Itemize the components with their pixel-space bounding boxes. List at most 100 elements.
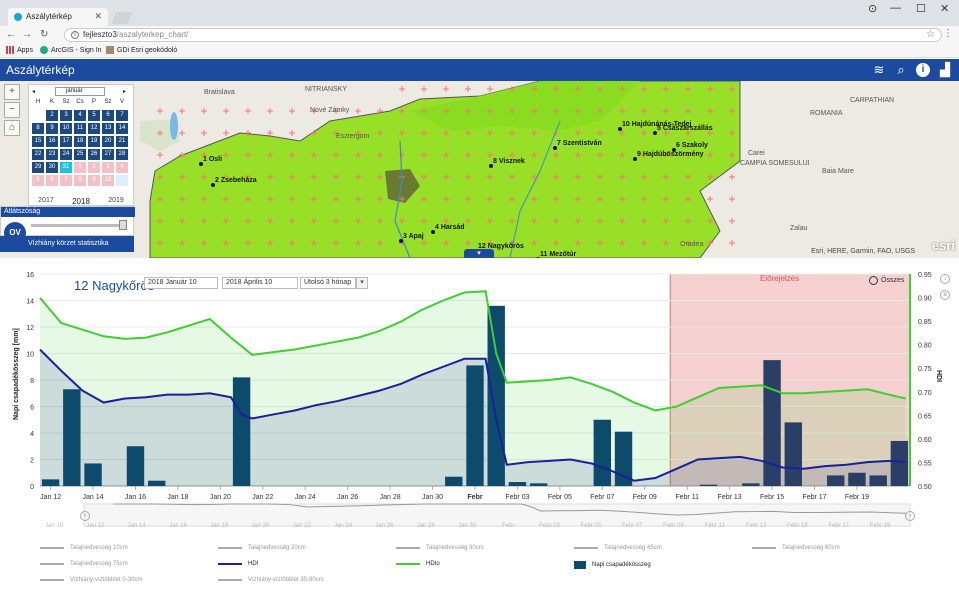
legend-item[interactable]: Napi csapadékösszeg: [574, 561, 651, 569]
navigator-left-handle[interactable]: ‹: [80, 511, 90, 521]
legend-item[interactable]: Talajnedvesség 20cm: [218, 545, 306, 551]
overview-button[interactable]: OV: [4, 222, 26, 244]
calendar-day[interactable]: 29: [32, 162, 44, 173]
station-label[interactable]: 1 Osli: [203, 156, 222, 163]
calendar-day[interactable]: 6: [46, 175, 58, 186]
search-icon[interactable]: ⌕: [894, 63, 908, 77]
calendar-day[interactable]: 24: [60, 149, 72, 160]
legend-item[interactable]: Talajnedvesség 75cm: [40, 561, 128, 567]
info-icon[interactable]: i: [916, 63, 930, 77]
station-label[interactable]: 6 Szakoly: [676, 142, 708, 149]
calendar-day[interactable]: 18: [74, 136, 86, 147]
station-label[interactable]: 3 Apaj: [403, 233, 424, 240]
calendar-day[interactable]: 10: [60, 123, 72, 134]
reload-icon[interactable]: ↻: [40, 29, 48, 40]
next-month-icon[interactable]: ▸: [123, 88, 126, 95]
opacity-slider-handle[interactable]: [119, 220, 127, 230]
calendar-day[interactable]: 1: [74, 162, 86, 173]
maximize-button[interactable]: ☐: [916, 2, 926, 15]
legend-item[interactable]: HDI: [218, 561, 258, 567]
calendar-day[interactable]: 31: [60, 162, 72, 173]
legend-item[interactable]: Talajnedvesség 10cm: [40, 545, 128, 551]
station-label[interactable]: 7 Szentistván: [557, 140, 602, 147]
calendar-day[interactable]: 2: [88, 162, 100, 173]
calendar-day[interactable]: 11: [74, 123, 86, 134]
back-icon[interactable]: ←: [6, 29, 16, 40]
calendar-day[interactable]: 2: [46, 110, 58, 121]
calendar-day[interactable]: 8: [32, 123, 44, 134]
chart-menu-icon[interactable]: ≡: [940, 290, 950, 300]
calendar-day[interactable]: 26: [88, 149, 100, 160]
calendar-day[interactable]: 3: [102, 162, 114, 173]
legend-item[interactable]: Vízhiány-víztöbblet 35-90cm: [218, 577, 324, 583]
calendar-day[interactable]: 30: [46, 162, 58, 173]
date-to-input[interactable]: 2018 Április 10: [222, 277, 298, 289]
calendar-day[interactable]: 6: [102, 110, 114, 121]
zoom-in-button[interactable]: +: [4, 84, 20, 100]
legend-item[interactable]: HDIo: [396, 561, 440, 567]
calendar-day[interactable]: 16: [46, 136, 58, 147]
drought-map[interactable]: Bratislava NITRIANSKY Nové Zámky Esztergom C…: [0, 81, 959, 258]
home-button[interactable]: ⌂: [4, 120, 20, 136]
chart-download-icon[interactable]: ↓: [940, 274, 950, 284]
calendar-day[interactable]: 15: [32, 136, 44, 147]
bookmark-geokodolo[interactable]: GDi Esri geokódoló: [106, 46, 177, 54]
station-label[interactable]: 9 Hajdúböszörmény: [637, 151, 704, 158]
range-select[interactable]: Utolsó 3 hónap: [300, 277, 356, 289]
calendar-day[interactable]: 13: [102, 123, 114, 134]
calendar-day[interactable]: 17: [60, 136, 72, 147]
year-2018[interactable]: 2018: [72, 197, 90, 206]
info-icon[interactable]: i: [71, 31, 79, 39]
calendar-day[interactable]: 19: [88, 136, 100, 147]
chart-icon[interactable]: ▟: [938, 63, 952, 77]
minimize-button[interactable]: —: [890, 2, 901, 14]
new-tab-button[interactable]: [111, 12, 133, 24]
station-label[interactable]: 8 Visznek: [493, 158, 525, 165]
calendar-day[interactable]: 25: [74, 149, 86, 160]
calendar-day[interactable]: 21: [116, 136, 128, 147]
year-2019[interactable]: 2019: [108, 197, 124, 206]
legend-item[interactable]: Vízhiány-víztöbblet 0-30cm: [40, 577, 142, 583]
calendar-day[interactable]: 9: [46, 123, 58, 134]
calendar-day[interactable]: 5: [32, 175, 44, 186]
close-tab-icon[interactable]: ✕: [94, 11, 102, 22]
calendar-day[interactable]: 27: [102, 149, 114, 160]
opacity-slider-track[interactable]: [31, 224, 127, 227]
calendar-day[interactable]: 22: [32, 149, 44, 160]
station-label[interactable]: 4 Harsád: [435, 224, 465, 231]
station-label[interactable]: 11 Mezőtúr: [540, 251, 576, 258]
year-2017[interactable]: 2017: [38, 197, 54, 206]
calendar-day[interactable]: 12: [88, 123, 100, 134]
close-window-button[interactable]: ✕: [940, 2, 949, 15]
month-select[interactable]: január: [55, 87, 105, 96]
profile-icon[interactable]: ⊙: [868, 2, 877, 15]
calendar-day[interactable]: 7: [116, 110, 128, 121]
bookmark-apps[interactable]: Apps: [6, 46, 33, 54]
calendar-day[interactable]: 7: [60, 175, 72, 186]
prev-month-icon[interactable]: ◂: [32, 88, 35, 95]
zoom-out-button[interactable]: −: [4, 102, 20, 118]
legend-item[interactable]: Talajnedvesség 30cm: [396, 545, 484, 551]
url-field[interactable]: i fejleszto3/aszalyterkep_chart/ ☆: [64, 28, 942, 42]
date-from-input[interactable]: 2018 Január 10: [144, 277, 218, 289]
legend-item[interactable]: Talajnedvesség 60cm: [752, 545, 840, 551]
bookmark-arcgis[interactable]: ArcGIS - Sign In: [40, 46, 102, 54]
calendar-day[interactable]: 10: [102, 175, 114, 186]
calendar-day[interactable]: 14: [116, 123, 128, 134]
station-label[interactable]: 2 Zsebeháza: [215, 177, 257, 184]
calendar-day[interactable]: 28: [116, 149, 128, 160]
calendar-day[interactable]: 9: [88, 175, 100, 186]
browser-tab[interactable]: Aszálytérkép ✕: [8, 8, 108, 26]
collapse-map-button[interactable]: ▾: [464, 249, 494, 258]
calendar-day[interactable]: 4: [116, 162, 128, 173]
calendar-day[interactable]: 20: [102, 136, 114, 147]
range-dropdown-icon[interactable]: ▾: [356, 277, 368, 289]
legend-item[interactable]: Talajnedvesség 45cm: [574, 545, 662, 551]
station-label[interactable]: 10 Hajdúnánás-Tedej: [622, 121, 692, 128]
layers-icon[interactable]: ≋: [872, 63, 886, 77]
calendar-day[interactable]: 8: [74, 175, 86, 186]
zoom-out-all-button[interactable]: Összes: [869, 276, 904, 285]
bookmark-star-icon[interactable]: ☆: [926, 29, 935, 40]
calendar-day[interactable]: 4: [74, 110, 86, 121]
calendar-day[interactable]: 3: [60, 110, 72, 121]
